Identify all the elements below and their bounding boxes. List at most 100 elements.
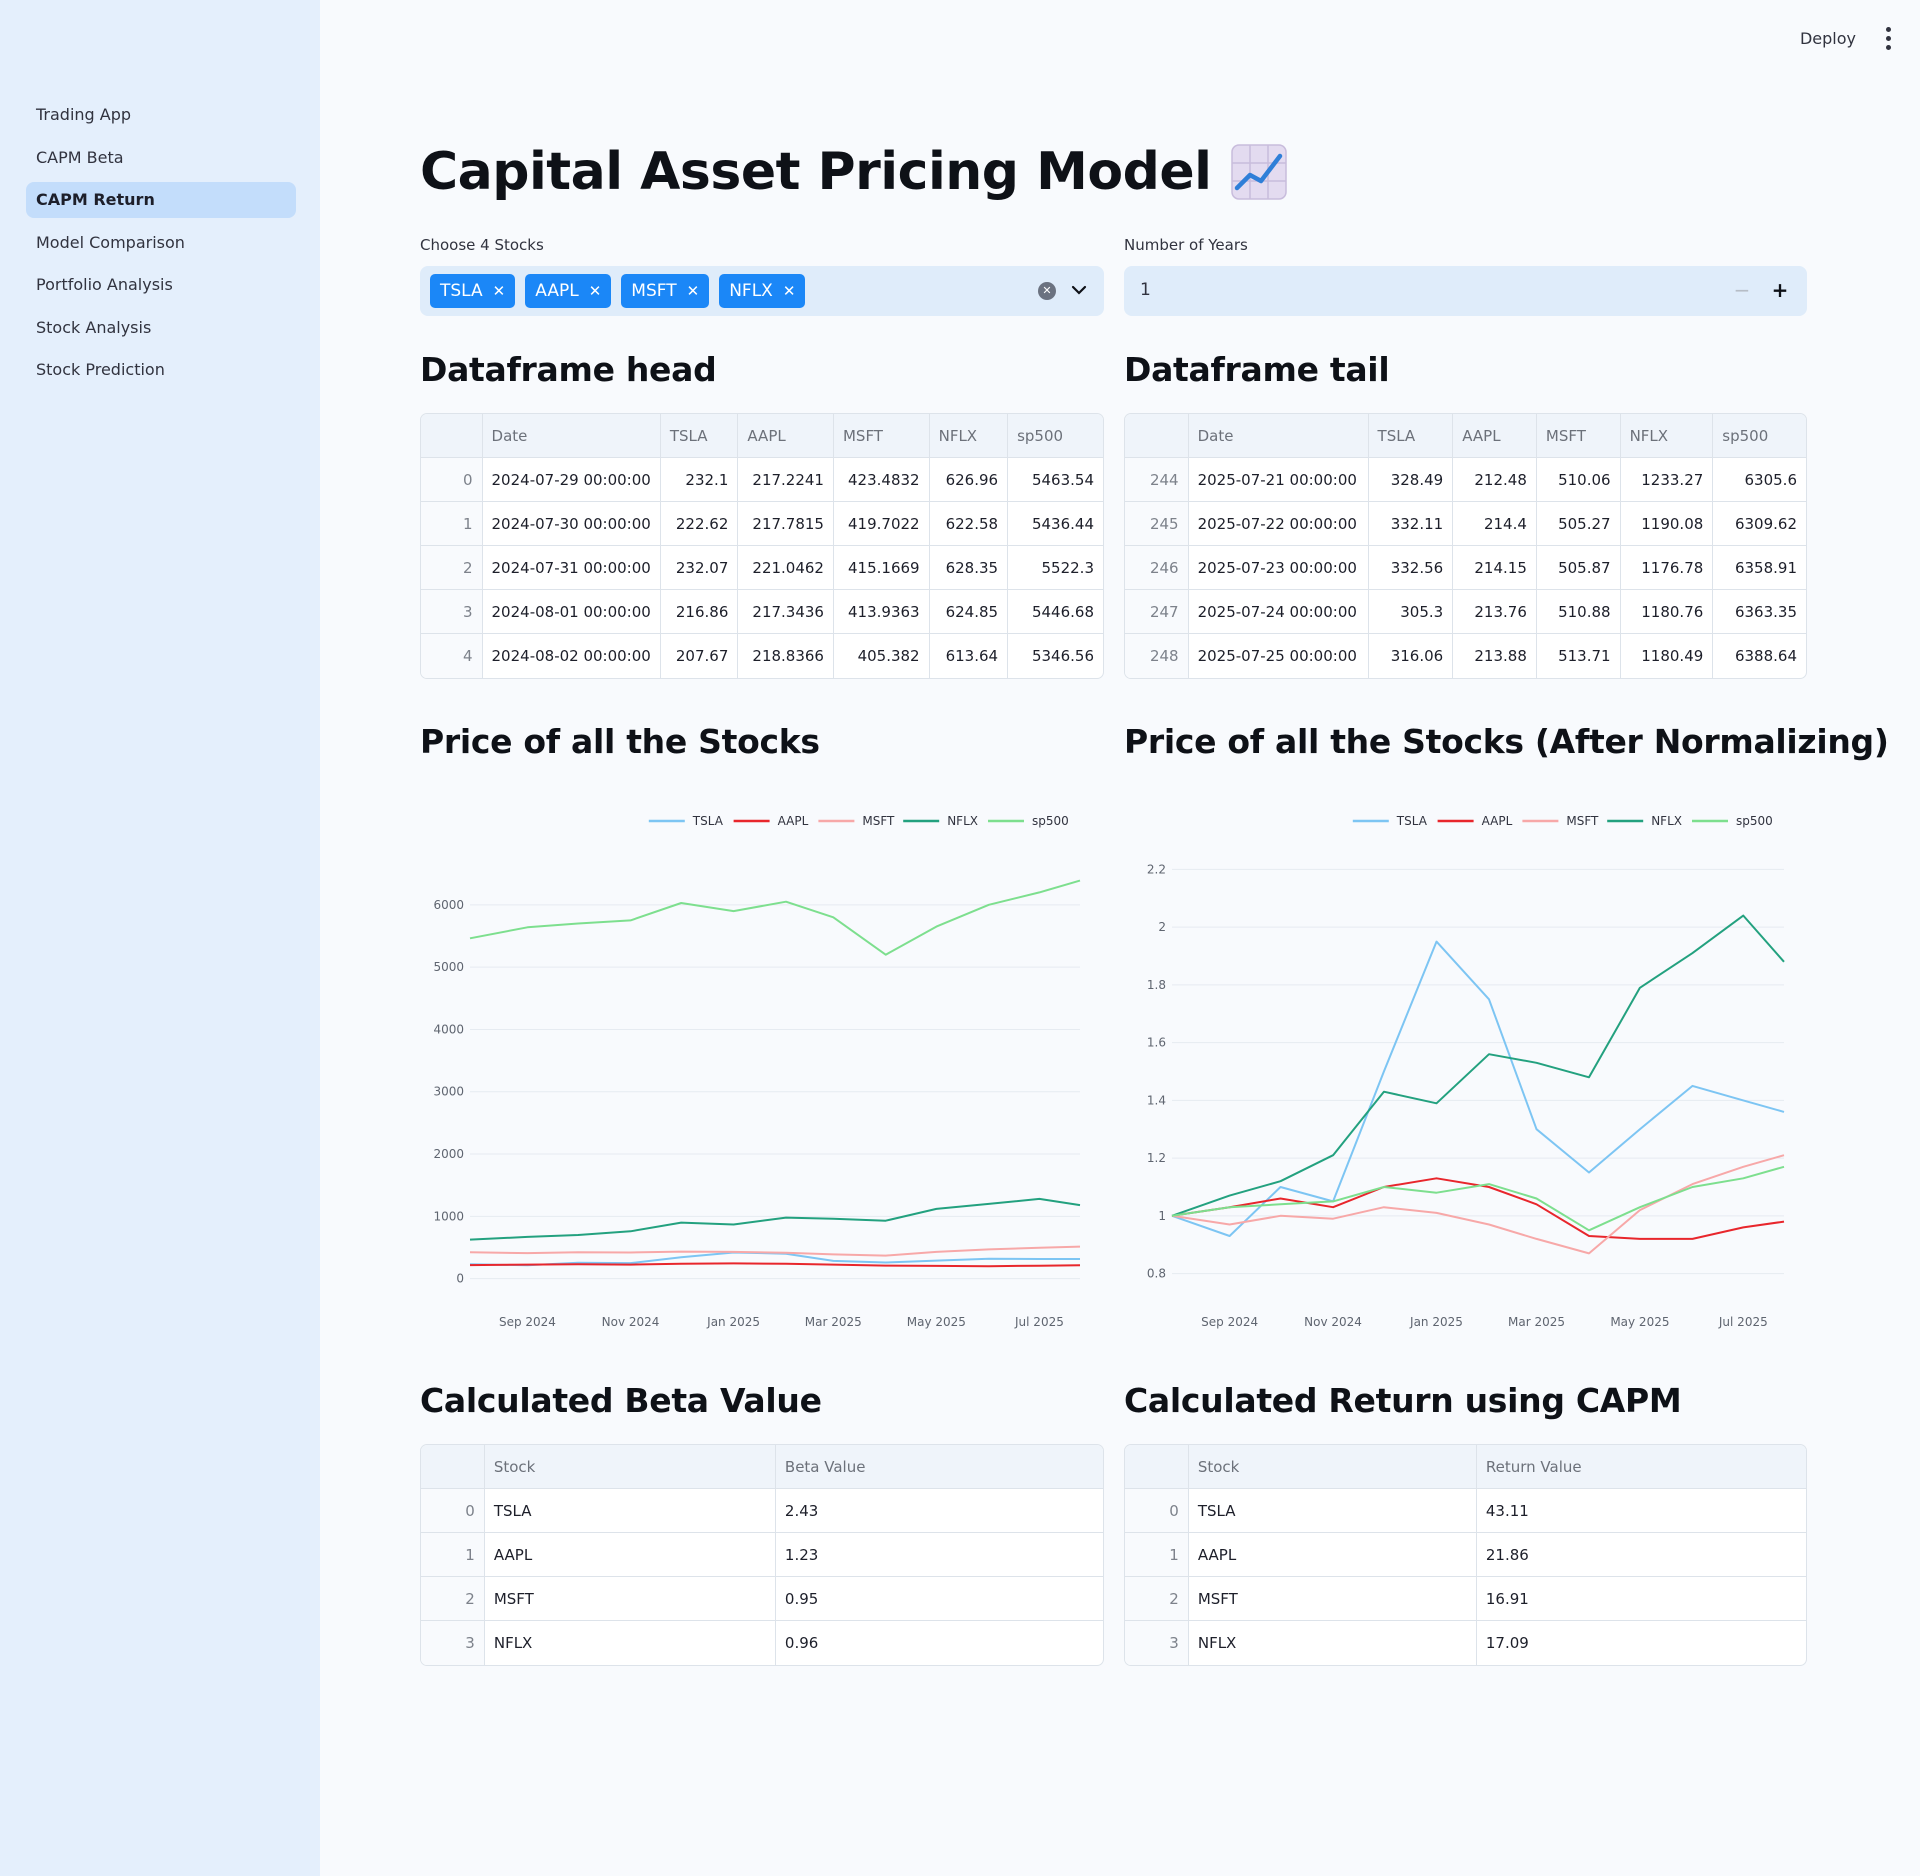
- table-cell[interactable]: 5346.56: [1008, 634, 1103, 678]
- table-cell[interactable]: 405.382: [834, 634, 930, 678]
- legend-item-aapl[interactable]: AAPL: [733, 814, 809, 828]
- sidebar-item-trading-app[interactable]: Trading App: [26, 97, 296, 133]
- table-cell[interactable]: 510.88: [1536, 590, 1621, 634]
- table-cell[interactable]: 2024-07-30 00:00:00: [482, 502, 661, 546]
- table-cell[interactable]: 16.91: [1476, 1577, 1806, 1621]
- table-cell[interactable]: MSFT: [484, 1577, 776, 1621]
- legend-item-tsla[interactable]: TSLA: [648, 814, 724, 828]
- legend-item-msft[interactable]: MSFT: [818, 814, 895, 828]
- column-header[interactable]: Date: [1188, 414, 1369, 458]
- stock-chip-nflx[interactable]: NFLX ✕: [719, 274, 806, 308]
- table-cell[interactable]: 212.48: [1453, 458, 1537, 502]
- legend-item-sp500[interactable]: sp500: [988, 814, 1069, 828]
- table-cell[interactable]: 214.4: [1453, 502, 1537, 546]
- table-cell[interactable]: AAPL: [484, 1533, 776, 1577]
- table-cell[interactable]: 21.86: [1476, 1533, 1806, 1577]
- series-line-sp500[interactable]: [469, 879, 1081, 956]
- table-cell[interactable]: 2024-07-31 00:00:00: [482, 546, 661, 590]
- column-header[interactable]: MSFT: [833, 414, 930, 458]
- table-cell[interactable]: 232.1: [660, 458, 739, 502]
- table-cell[interactable]: 217.2241: [738, 458, 834, 502]
- table-cell[interactable]: 413.9363: [833, 590, 930, 634]
- legend-item-sp500[interactable]: sp500: [1692, 814, 1773, 828]
- table-cell[interactable]: 513.71: [1537, 634, 1621, 678]
- table-cell[interactable]: 510.06: [1536, 458, 1621, 502]
- table-cell[interactable]: 43.11: [1476, 1489, 1806, 1533]
- table-cell[interactable]: 17.09: [1477, 1621, 1806, 1665]
- series-line-aapl[interactable]: [469, 1262, 1081, 1268]
- table-cell[interactable]: 316.06: [1369, 634, 1454, 678]
- table-cell[interactable]: 222.62: [660, 502, 739, 546]
- table-cell[interactable]: 217.3436: [738, 590, 834, 634]
- table-cell[interactable]: 1180.76: [1620, 590, 1714, 634]
- years-number-input[interactable]: 1 − +: [1124, 266, 1807, 316]
- column-header[interactable]: [1125, 1445, 1189, 1489]
- table-cell[interactable]: 217.7815: [738, 502, 834, 546]
- table-cell[interactable]: 328.49: [1368, 458, 1454, 502]
- column-header[interactable]: Stock: [484, 1445, 776, 1489]
- dataframe-tail-table[interactable]: Date TSLA AAPL MSFT NFLX sp500 244 2025-…: [1124, 413, 1807, 679]
- column-header[interactable]: Stock: [1188, 1445, 1477, 1489]
- increment-button[interactable]: +: [1765, 275, 1795, 305]
- table-cell[interactable]: 6388.64: [1713, 634, 1806, 678]
- remove-chip-icon[interactable]: ✕: [589, 282, 602, 300]
- column-header[interactable]: TSLA: [1368, 414, 1454, 458]
- column-header[interactable]: Beta Value: [775, 1445, 1103, 1489]
- sidebar-item-stock-prediction[interactable]: Stock Prediction: [26, 352, 296, 388]
- clear-all-icon[interactable]: ✕: [1038, 282, 1056, 300]
- deploy-button[interactable]: Deploy: [1800, 29, 1856, 48]
- stock-chip-msft[interactable]: MSFT ✕: [621, 274, 710, 308]
- table-cell[interactable]: 622.58: [929, 502, 1009, 546]
- legend-item-aapl[interactable]: AAPL: [1437, 814, 1513, 828]
- table-cell[interactable]: 2024-08-01 00:00:00: [482, 590, 661, 634]
- series-line-nflx[interactable]: [1171, 914, 1785, 1217]
- column-header[interactable]: AAPL: [738, 414, 834, 458]
- stocks-multiselect[interactable]: TSLA ✕ AAPL ✕ MSFT ✕ NFLX ✕ ✕: [420, 266, 1104, 316]
- table-cell[interactable]: 5522.3: [1008, 546, 1103, 590]
- table-cell[interactable]: 613.64: [930, 634, 1009, 678]
- column-header[interactable]: Return Value: [1476, 1445, 1806, 1489]
- table-cell[interactable]: 624.85: [929, 590, 1009, 634]
- column-header[interactable]: TSLA: [660, 414, 739, 458]
- table-cell[interactable]: TSLA: [1188, 1489, 1477, 1533]
- price-chart[interactable]: 0 1000 2000 3000 4000 5000 6000 Sep 2024 Nov 202…: [420, 795, 1104, 1345]
- price-chart-svg[interactable]: 0 1000 2000 3000 4000 5000 6000 Sep 2024 Nov 202…: [420, 795, 1104, 1345]
- table-cell[interactable]: 305.3: [1368, 590, 1454, 634]
- sidebar-item-capm-return[interactable]: CAPM Return: [26, 182, 296, 218]
- table-cell[interactable]: 2025-07-23 00:00:00: [1188, 546, 1369, 590]
- more-options-icon[interactable]: [1878, 24, 1898, 52]
- sidebar-item-stock-analysis[interactable]: Stock Analysis: [26, 310, 296, 346]
- table-cell[interactable]: NFLX: [1189, 1621, 1477, 1665]
- decrement-button[interactable]: −: [1727, 275, 1757, 305]
- series-line-nflx[interactable]: [469, 1197, 1081, 1241]
- price-normalized-chart[interactable]: 0.8 1 1.2 1.4 1.6 1.8 2 2.2 Sep 2024 Nov 2024 Jan …: [1124, 795, 1807, 1345]
- table-cell[interactable]: 2025-07-22 00:00:00: [1188, 502, 1369, 546]
- table-cell[interactable]: 2024-08-02 00:00:00: [483, 634, 661, 678]
- table-cell[interactable]: 6358.91: [1713, 546, 1806, 590]
- column-header[interactable]: NFLX: [1620, 414, 1714, 458]
- dataframe-head-table[interactable]: Date TSLA AAPL MSFT NFLX sp500 0 2024-07…: [420, 413, 1104, 679]
- sidebar-item-model-comparison[interactable]: Model Comparison: [26, 225, 296, 261]
- table-cell[interactable]: 332.11: [1368, 502, 1454, 546]
- column-header[interactable]: AAPL: [1453, 414, 1537, 458]
- table-cell[interactable]: 6309.62: [1713, 502, 1806, 546]
- legend-item-tsla[interactable]: TSLA: [1352, 814, 1428, 828]
- table-cell[interactable]: 2025-07-24 00:00:00: [1188, 590, 1369, 634]
- remove-chip-icon[interactable]: ✕: [783, 282, 796, 300]
- table-cell[interactable]: 1.23: [775, 1533, 1103, 1577]
- table-cell[interactable]: 626.96: [929, 458, 1009, 502]
- column-header[interactable]: [1125, 414, 1189, 458]
- stock-chip-aapl[interactable]: AAPL ✕: [525, 274, 612, 308]
- column-header[interactable]: sp500: [1713, 414, 1806, 458]
- table-cell[interactable]: 505.27: [1536, 502, 1621, 546]
- table-cell[interactable]: 218.8366: [738, 634, 834, 678]
- column-header[interactable]: sp500: [1008, 414, 1103, 458]
- table-cell[interactable]: 213.76: [1453, 590, 1537, 634]
- series-line-sp500[interactable]: [1171, 1165, 1785, 1232]
- table-cell[interactable]: 214.15: [1453, 546, 1537, 590]
- chevron-down-icon[interactable]: [1070, 280, 1088, 300]
- table-cell[interactable]: 2.43: [775, 1489, 1103, 1533]
- remove-chip-icon[interactable]: ✕: [493, 282, 506, 300]
- table-cell[interactable]: 5436.44: [1008, 502, 1103, 546]
- table-cell[interactable]: 6305.6: [1713, 458, 1806, 502]
